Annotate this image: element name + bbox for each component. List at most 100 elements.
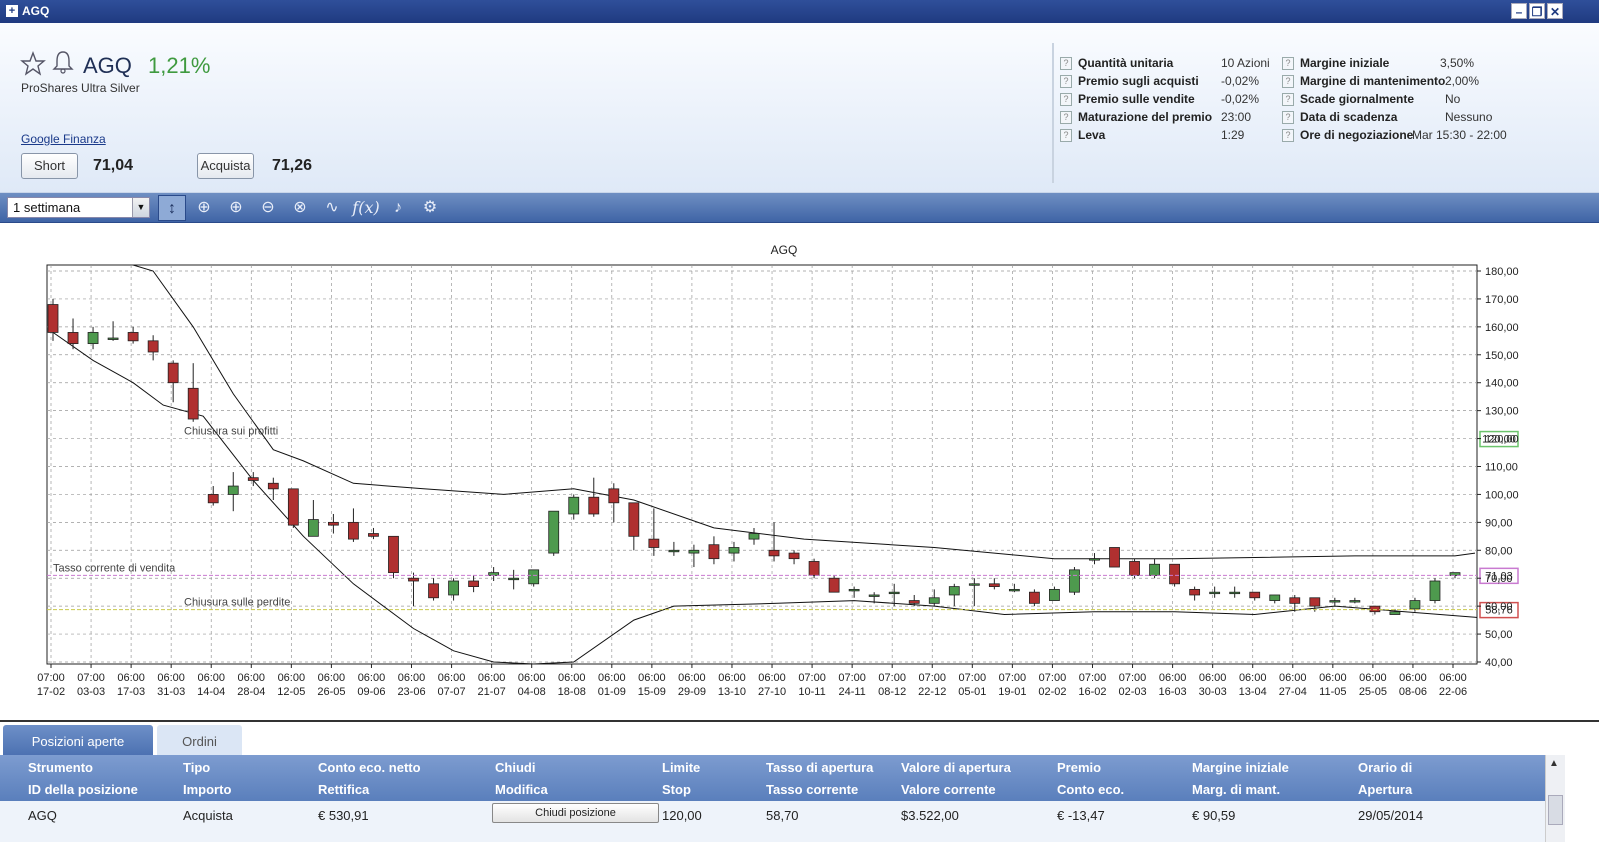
short-button[interactable]: Short <box>21 153 78 179</box>
google-finance-link[interactable]: Google Finanza <box>21 132 106 146</box>
x-tick-label: 07:00 <box>77 672 105 684</box>
help-icon[interactable]: ? <box>1282 111 1294 124</box>
close-window-button[interactable]: ✕ <box>1547 3 1563 19</box>
x-tick-label: 07:00 <box>838 672 866 684</box>
candle-body <box>207 494 219 504</box>
column-header[interactable]: Tasso corrente <box>766 782 858 797</box>
cell-open-rate: 58,70 <box>766 808 799 823</box>
cell-net-pl: € 530,91 <box>318 808 369 823</box>
candle-body <box>1149 563 1160 576</box>
y-tick-label: 80,00 <box>1485 545 1513 557</box>
help-icon[interactable]: ? <box>1060 93 1072 106</box>
chart-title: AGQ <box>771 243 798 257</box>
candle-body <box>1069 569 1080 593</box>
help-icon[interactable]: ? <box>1282 129 1294 142</box>
x-tick-label: 12-05 <box>277 686 305 698</box>
price-change: 1,21% <box>148 53 211 78</box>
candle-body <box>1329 600 1341 603</box>
favorite-star-icon[interactable] <box>20 51 46 77</box>
column-header[interactable]: Margine iniziale <box>1192 760 1289 775</box>
chevron-down-icon[interactable]: ▼ <box>132 198 149 217</box>
candle-body <box>748 533 760 540</box>
column-header[interactable]: Stop <box>662 782 691 797</box>
column-header[interactable]: Premio <box>1057 760 1101 775</box>
column-header[interactable]: Conto eco. <box>1057 782 1124 797</box>
line-chart-icon[interactable]: ∿ <box>318 195 346 221</box>
zoom-reset-icon[interactable]: ⊗ <box>286 195 314 221</box>
cell-limit[interactable]: 120,00 <box>662 808 702 823</box>
period-select[interactable]: 1 settimana ▼ <box>7 197 150 218</box>
x-tick-label: 07:00 <box>1079 672 1107 684</box>
help-icon[interactable]: ? <box>1060 75 1072 88</box>
help-icon[interactable]: ? <box>1060 129 1072 142</box>
minimize-button[interactable]: – <box>1511 3 1527 19</box>
alert-bell-icon[interactable]: ♪ <box>384 195 412 221</box>
settings-gear-icon[interactable]: ⚙ <box>416 195 444 221</box>
x-tick-label: 06:00 <box>1159 672 1187 684</box>
column-header[interactable]: Marg. di mant. <box>1192 782 1280 797</box>
x-tick-label: 06:00 <box>558 672 586 684</box>
column-header[interactable]: Modifica <box>495 782 548 797</box>
candle-body <box>1289 597 1301 604</box>
help-icon[interactable]: ? <box>1060 111 1072 124</box>
cell-premium: € -13,47 <box>1057 808 1105 823</box>
x-tick-label: 25-05 <box>1359 686 1387 698</box>
column-header[interactable]: Apertura <box>1358 782 1412 797</box>
x-tick-label: 06:00 <box>718 672 746 684</box>
table-scrollbar[interactable]: ▲ <box>1545 755 1565 842</box>
candle-body <box>147 340 159 353</box>
y-tick-label: 90,00 <box>1485 517 1513 529</box>
x-tick-label: 07:00 <box>878 672 906 684</box>
column-header[interactable]: Limite <box>662 760 700 775</box>
column-header[interactable]: Tasso di apertura <box>766 760 873 775</box>
candle-body <box>1369 605 1381 613</box>
column-header[interactable]: Tipo <box>183 760 210 775</box>
tab-orders[interactable]: Ordini <box>157 725 242 757</box>
x-tick-label: 07:00 <box>999 672 1027 684</box>
candle-body <box>1349 600 1361 603</box>
candle-body <box>408 577 419 582</box>
cursor-tool-icon[interactable]: ↕ <box>158 195 186 221</box>
help-icon[interactable]: ? <box>1282 75 1294 88</box>
column-header[interactable]: Valore di apertura <box>901 760 1011 775</box>
help-icon[interactable]: ? <box>1060 57 1072 70</box>
column-header[interactable]: Orario di <box>1358 760 1412 775</box>
x-tick-label: 14-04 <box>197 686 225 698</box>
candle-body <box>307 519 319 537</box>
column-header[interactable]: ID della posizione <box>28 782 138 797</box>
scroll-up-icon[interactable]: ▲ <box>1549 758 1559 769</box>
function-icon[interactable]: f(x) <box>352 195 380 221</box>
help-icon[interactable]: ? <box>1282 57 1294 70</box>
close-position-button[interactable]: Chiudi posizione <box>492 803 659 823</box>
scroll-thumb[interactable] <box>1548 795 1563 825</box>
column-header[interactable]: Rettifica <box>318 782 369 797</box>
restore-button[interactable]: ❐ <box>1529 3 1545 19</box>
help-icon[interactable]: ? <box>1282 93 1294 106</box>
buy-button[interactable]: Acquista <box>197 153 254 179</box>
price-chart[interactable]: AGQ Chiusura sui profitti Tasso corrente … <box>0 223 1599 720</box>
alert-bell-icon[interactable] <box>52 49 74 75</box>
candle-body <box>1169 563 1180 585</box>
x-tick-label: 31-03 <box>157 686 185 698</box>
x-tick-label: 24-11 <box>838 686 865 698</box>
column-header[interactable]: Strumento <box>28 760 93 775</box>
column-header[interactable]: Valore corrente <box>901 782 996 797</box>
candle-body <box>47 304 59 333</box>
zoom-in-icon[interactable]: ⊕ <box>222 195 250 221</box>
column-header[interactable]: Importo <box>183 782 231 797</box>
column-header[interactable]: Conto eco. netto <box>318 760 421 775</box>
x-tick-label: 30-03 <box>1199 686 1227 698</box>
crosshair-icon[interactable]: ⊕ <box>190 195 218 221</box>
table-row[interactable]: AGQ Acquista € 530,91 120,00 58,70 $3.52… <box>0 801 1545 842</box>
candlestick-chart[interactable]: AGQ Chiusura sui profitti Tasso corrente … <box>0 223 1599 720</box>
tab-open-positions[interactable]: Posizioni aperte <box>3 725 153 757</box>
column-header[interactable]: Chiudi <box>495 760 535 775</box>
instrument-symbol: AGQ <box>83 53 132 78</box>
candle-body <box>468 580 480 587</box>
x-tick-label: 06:00 <box>358 672 386 684</box>
x-tick-label: 27-04 <box>1279 686 1307 698</box>
candle-body <box>1249 591 1261 599</box>
candle-body <box>287 488 299 526</box>
zoom-out-icon[interactable]: ⊖ <box>254 195 282 221</box>
level-annotation: Chiusura sulle perdite <box>184 597 290 609</box>
